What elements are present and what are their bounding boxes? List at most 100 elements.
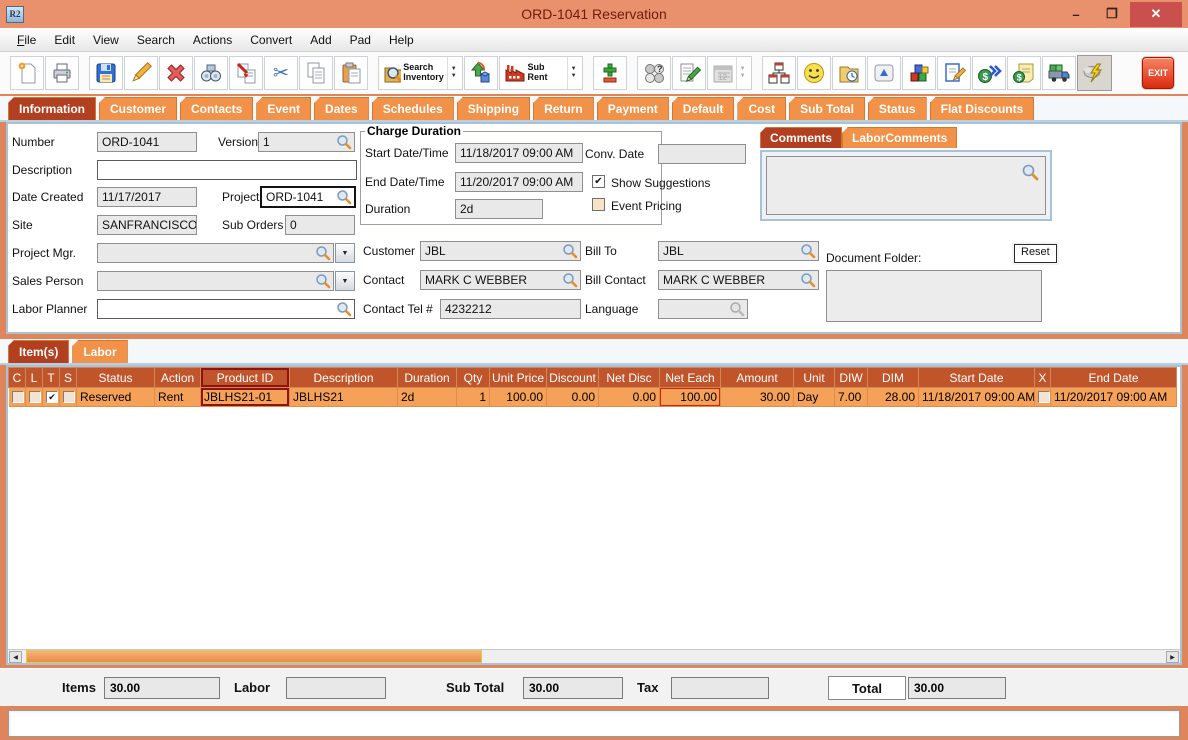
menu-view[interactable]: View [84,30,128,50]
search-icon[interactable] [336,301,352,317]
menu-pad[interactable]: Pad [341,30,380,50]
cell-unit-price[interactable]: 100.00 [489,387,547,407]
col-start-date[interactable]: Start Date [918,367,1035,388]
description-field[interactable] [97,160,357,180]
cut-button[interactable]: ✂ [264,56,298,90]
search-icon[interactable] [315,245,331,261]
customer-field[interactable]: JBL [420,241,581,261]
tab-status[interactable]: Status [867,97,927,120]
tab-shipping[interactable]: Shipping [456,97,531,120]
new-document-button[interactable] [10,56,44,90]
cell-dim[interactable]: 28.00 [867,387,919,407]
cell-status[interactable]: Reserved [76,387,155,407]
tab-dates[interactable]: Dates [314,97,369,120]
edit-note-button[interactable] [936,56,971,90]
delete-button[interactable] [159,56,193,90]
document-folder-box[interactable] [826,270,1042,322]
col-c[interactable]: C [8,367,26,388]
s-checkbox[interactable] [63,391,75,403]
col-amount[interactable]: Amount [720,367,794,388]
save-button[interactable] [89,56,123,90]
menu-edit[interactable]: Edit [45,30,84,50]
contact-tel-field[interactable]: 4232212 [440,299,581,319]
cell-amount[interactable]: 30.00 [720,387,794,407]
search-inventory-button[interactable]: Search Inventory ▼ ▼ [378,56,463,90]
search-icon[interactable] [800,243,816,259]
contact-field[interactable]: MARK C WEBBER [420,270,581,290]
search-icon[interactable] [800,272,816,288]
menu-file[interactable]: File [8,30,45,50]
duration-field[interactable]: 2d [455,199,543,219]
tab-labor-comments[interactable]: LaborComments [842,127,958,148]
t-checkbox[interactable] [46,391,58,403]
tab-cost[interactable]: Cost [737,97,787,120]
search-icon[interactable] [315,273,331,289]
quick-lightning-button[interactable] [1076,55,1113,91]
version-field[interactable]: 1 [258,132,355,152]
tab-flat-discounts[interactable]: Flat Discounts [929,97,1035,120]
col-t[interactable]: T [42,367,60,388]
menu-actions[interactable]: Actions [184,30,241,50]
search-icon[interactable] [562,243,578,259]
c-checkbox[interactable] [11,391,24,403]
cell-s[interactable] [59,387,77,407]
col-status[interactable]: Status [76,367,155,388]
tab-information[interactable]: Information [8,97,96,120]
menu-convert[interactable]: Convert [241,30,301,50]
tab-schedules[interactable]: Schedules [371,97,454,120]
horizontal-scrollbar[interactable]: ◀ ▶ [8,649,1180,663]
scroll-right-arrow[interactable]: ▶ [1166,651,1179,663]
cell-t[interactable] [42,387,60,407]
hierarchy-button[interactable] [761,56,796,90]
find-button[interactable] [194,56,228,90]
tab-return[interactable]: Return [533,97,594,120]
bill-to-field[interactable]: JBL [658,241,819,261]
group-availability-button[interactable]: ? [636,56,671,90]
blocks-button[interactable] [901,56,936,90]
event-pricing-checkbox[interactable] [592,198,605,211]
tab-default[interactable]: Default [671,97,735,120]
add-remove-button[interactable] [592,56,627,90]
col-s[interactable]: S [59,367,77,388]
reset-button[interactable]: Reset [1014,244,1057,263]
cell-start-date[interactable]: 11/18/2017 09:00 AM [918,387,1035,407]
tab-payment[interactable]: Payment [596,97,669,120]
scrollbar-thumb[interactable] [26,650,482,663]
tab-sub-total[interactable]: Sub Total [789,97,865,120]
maximize-button[interactable]: ❐ [1094,6,1130,22]
col-l[interactable]: L [25,367,43,388]
tab-event[interactable]: Event [256,97,312,120]
cell-end-date[interactable]: 11/20/2017 09:00 AM [1050,387,1177,407]
sub-rent-dropdown[interactable]: ▼ ▼ [566,57,580,89]
col-unit[interactable]: Unit [793,367,835,388]
cell-x[interactable] [1034,387,1051,407]
sales-person-dropdown[interactable]: ▼ [335,271,355,291]
cell-discount[interactable]: 0.00 [546,387,599,407]
show-suggestions-checkbox[interactable] [592,175,605,188]
search-inventory-dropdown[interactable]: ▼ ▼ [446,57,460,89]
col-net-each[interactable]: Net Each [659,367,721,388]
edit-button[interactable] [124,56,158,90]
end-date-field[interactable]: 11/20/2017 09:00 AM [455,172,583,192]
cell-net-each[interactable]: 100.00 [659,387,721,407]
print-button[interactable] [45,56,79,90]
col-dim[interactable]: DIM [867,367,919,388]
l-checkbox[interactable] [29,391,41,403]
exit-button[interactable]: EXIT [1142,57,1174,89]
col-end-date[interactable]: End Date [1050,367,1177,388]
search-icon[interactable] [1021,163,1039,181]
paste-special-button[interactable] [229,56,263,90]
labor-planner-field[interactable] [97,299,355,319]
col-unit-price[interactable]: Unit Price [489,367,547,388]
col-diw[interactable]: DIW [834,367,868,388]
table-row[interactable]: Reserved Rent JBLHS21-01 JBLHS21 2d 1 10… [8,387,1177,407]
menu-search[interactable]: Search [128,30,184,50]
cell-c[interactable] [8,387,26,407]
project-mgr-field[interactable] [97,243,334,263]
close-button[interactable]: ✕ [1130,1,1182,27]
menu-add[interactable]: Add [301,30,340,50]
tab-customer[interactable]: Customer [99,97,178,120]
menu-help[interactable]: Help [380,30,423,50]
cell-unit[interactable]: Day [793,387,835,407]
x-checkbox[interactable] [1038,391,1050,403]
